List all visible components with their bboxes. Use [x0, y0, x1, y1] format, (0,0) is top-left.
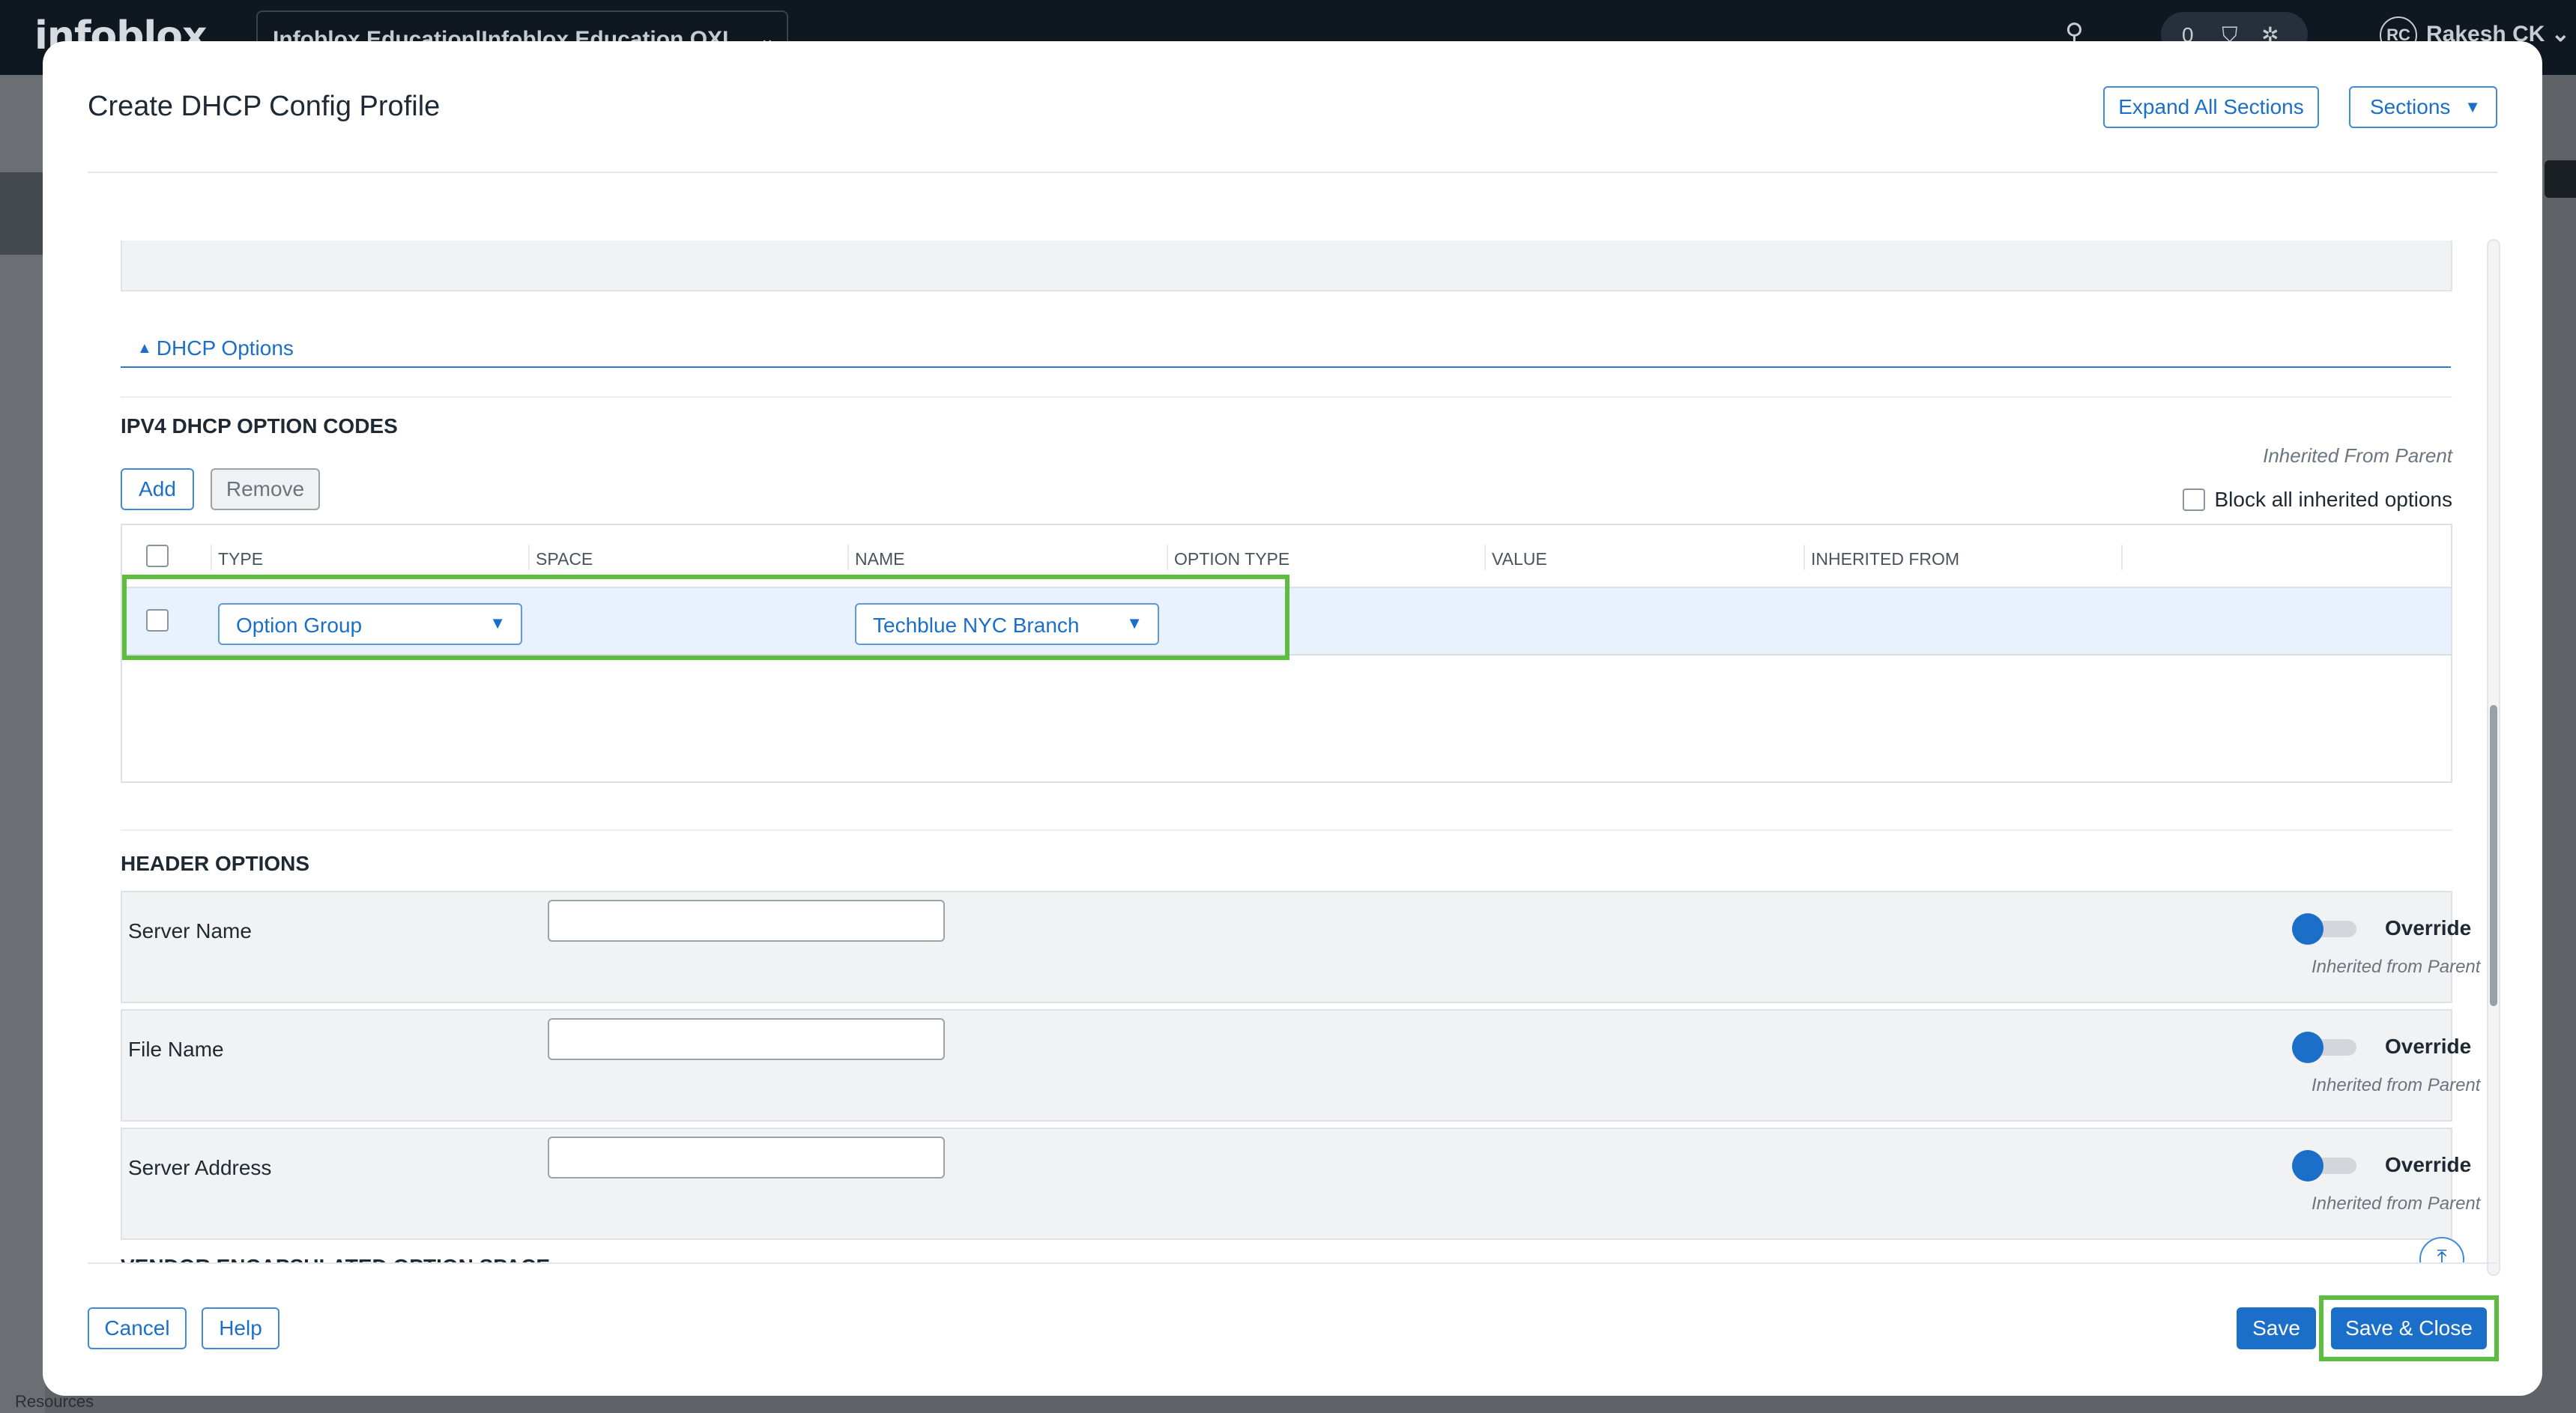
help-button[interactable]: Help [202, 1307, 279, 1349]
scrollbar-thumb[interactable] [2490, 705, 2497, 1006]
block-inherited-options[interactable]: Block all inherited options [2183, 488, 2452, 512]
header-option-server-address: Server Address Override Inherited from P… [121, 1128, 2480, 1240]
select-all-checkbox[interactable] [146, 545, 169, 567]
override-label: Override [2385, 1153, 2472, 1176]
field-label: File Name [128, 1038, 224, 1061]
column-header-inherited-from[interactable]: INHERITED FROM [1803, 545, 2123, 570]
modal-content: ▲ DHCP Options IPV4 DHCP OPTION CODES Inh… [43, 173, 2542, 1264]
block-inherited-label: Block all inherited options [2214, 488, 2452, 511]
override-label: Override [2385, 916, 2472, 940]
previous-section-panel [121, 240, 2452, 291]
add-button[interactable]: Add [121, 468, 194, 510]
inherited-note: Inherited from Parent [2312, 1193, 2481, 1214]
header-option-server-name: Server Name Override Inherited from Pare… [121, 891, 2480, 1003]
header-options-title: HEADER OPTIONS [121, 852, 310, 875]
header-option-file-name: File Name Override Inherited from Parent [121, 1009, 2480, 1122]
highlight-box-save-close [2319, 1295, 2499, 1361]
inherited-from-parent-note: Inherited From Parent [2263, 444, 2452, 467]
divider [121, 829, 2452, 831]
inherited-note: Inherited from Parent [2312, 957, 2481, 977]
highlight-box-row [122, 575, 1289, 660]
expand-all-sections-button[interactable]: Expand All Sections [2103, 86, 2319, 128]
server-address-input[interactable] [548, 1137, 945, 1178]
column-header-space[interactable]: SPACE [528, 545, 847, 570]
cancel-button[interactable]: Cancel [88, 1307, 187, 1349]
app-sidebar [0, 75, 45, 1413]
save-button[interactable]: Save [2237, 1307, 2316, 1349]
remove-button[interactable]: Remove [211, 468, 320, 510]
inherited-note: Inherited from Parent [2312, 1075, 2481, 1095]
override-toggle[interactable] [2292, 1032, 2359, 1063]
field-label: Server Name [128, 919, 252, 942]
content-scrollbar[interactable] [2487, 239, 2500, 1276]
dhcp-options-section-toggle[interactable]: ▲ DHCP Options [121, 320, 2451, 368]
modal-title: Create DHCP Config Profile [88, 91, 441, 122]
server-name-input[interactable] [548, 900, 945, 942]
caret-down-icon: ▼ [2464, 97, 2481, 116]
sidebar-active-item [0, 172, 45, 255]
create-dhcp-config-modal: Create DHCP Config Profile Expand All Se… [43, 41, 2542, 1396]
scroll-to-top-icon[interactable]: ⤒ [2419, 1237, 2464, 1264]
footer-divider [88, 1262, 2497, 1264]
sections-dropdown[interactable]: Sections ▼ [2349, 86, 2497, 128]
block-inherited-checkbox[interactable] [2183, 488, 2206, 511]
ipv4-option-codes-title: IPV4 DHCP OPTION CODES [121, 414, 398, 438]
field-label: Server Address [128, 1156, 272, 1179]
column-header-name[interactable]: NAME [847, 545, 1167, 570]
dhcp-options-label: DHCP Options [156, 336, 294, 360]
background-panel-button [2545, 160, 2576, 198]
override-toggle[interactable] [2292, 913, 2359, 945]
column-header-value[interactable]: VALUE [1484, 545, 1803, 570]
override-label: Override [2385, 1035, 2472, 1058]
column-header-option-type[interactable]: OPTION TYPE [1167, 545, 1484, 570]
override-toggle[interactable] [2292, 1150, 2359, 1181]
chevron-down-icon: ⌄ [2551, 21, 2570, 46]
column-header-type[interactable]: TYPE [211, 545, 528, 570]
caret-up-icon: ▲ [137, 340, 152, 357]
file-name-input[interactable] [548, 1018, 945, 1060]
sections-label: Sections [2370, 95, 2451, 118]
divider [121, 396, 2452, 398]
